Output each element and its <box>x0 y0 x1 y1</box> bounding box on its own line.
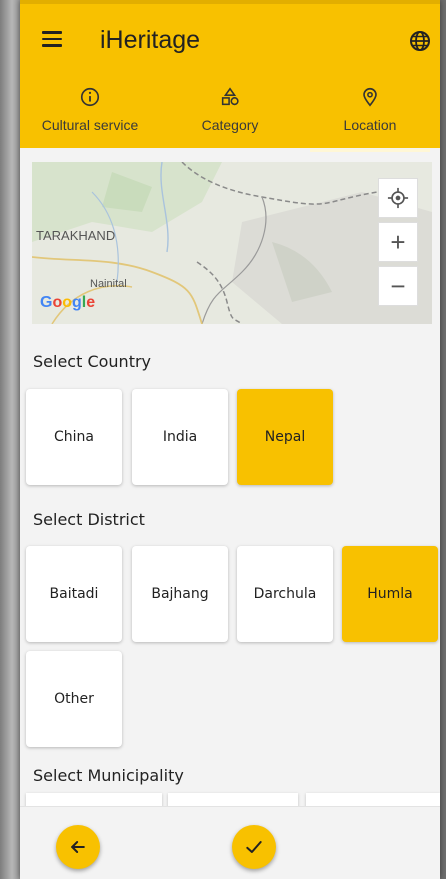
tab-label: Cultural service <box>41 117 139 133</box>
select-municipality-heading: Select Municipality <box>33 766 184 785</box>
app-bar: iHeritage Cultural service Category Loca… <box>20 0 440 152</box>
tab-location[interactable]: Location <box>300 78 440 152</box>
district-option-darchula[interactable]: Darchula <box>237 546 333 642</box>
menu-icon[interactable] <box>42 31 62 47</box>
district-option-bajhang[interactable]: Bajhang <box>132 546 228 642</box>
globe-icon[interactable] <box>408 29 432 53</box>
map-region-label: TARAKHAND <box>36 228 116 243</box>
tab-label: Location <box>343 117 397 133</box>
right-window-edge <box>440 0 446 879</box>
country-option-india[interactable]: India <box>132 389 228 485</box>
back-button[interactable] <box>56 825 100 869</box>
checkmark-icon <box>246 841 262 853</box>
crosshair-icon <box>387 187 409 209</box>
left-window-edge <box>0 0 20 879</box>
tab-bar: Cultural service Category Location <box>20 78 440 152</box>
country-option-china[interactable]: China <box>26 389 122 485</box>
app-screen: iHeritage Cultural service Category Loca… <box>20 0 440 879</box>
select-district-heading: Select District <box>33 510 145 529</box>
arrow-left-icon <box>71 841 85 853</box>
country-option-nepal[interactable]: Nepal <box>237 389 333 485</box>
select-country-heading: Select Country <box>33 352 152 371</box>
app-title: iHeritage <box>100 26 201 54</box>
confirm-button[interactable] <box>232 825 276 869</box>
zoom-in-button[interactable]: + <box>378 222 418 262</box>
my-location-button[interactable] <box>378 178 418 218</box>
map-city-label: Nainital <box>90 278 127 290</box>
zoom-out-button[interactable]: − <box>378 266 418 306</box>
district-option-other[interactable]: Other <box>26 651 122 747</box>
location-pin-icon <box>363 87 377 107</box>
map-view[interactable]: TARAKHAND Nainital Google + − <box>32 162 432 324</box>
info-icon <box>80 87 100 107</box>
district-option-humla[interactable]: Humla <box>342 546 438 642</box>
tab-label: Category <box>201 117 259 133</box>
district-option-baitadi[interactable]: Baitadi <box>26 546 122 642</box>
shapes-icon <box>221 87 239 106</box>
map-controls: + − <box>378 178 418 310</box>
google-attribution: Google <box>40 294 96 311</box>
tab-cultural-service[interactable]: Cultural service <box>20 78 160 148</box>
bottom-action-bar <box>20 806 440 879</box>
tab-category[interactable]: Category <box>160 78 300 148</box>
